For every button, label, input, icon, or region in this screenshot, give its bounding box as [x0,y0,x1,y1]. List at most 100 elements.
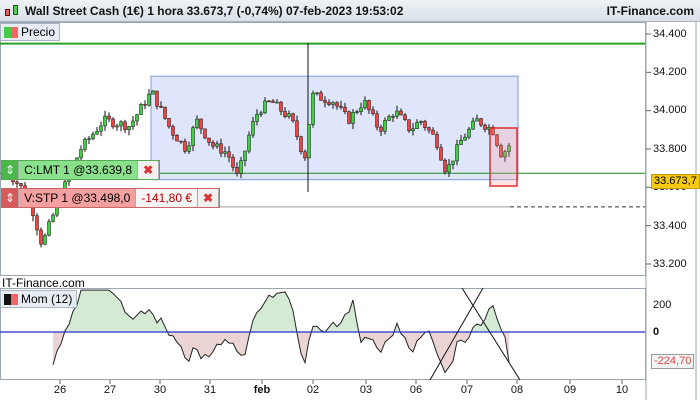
buy-limit-order[interactable]: ⇕ C:LMT 1 @33.639,8 ✖ [1,160,161,180]
momentum-swatch-icon [4,293,18,305]
y-tick: 34.000 [653,104,687,116]
candle [107,115,111,120]
candle [307,124,311,159]
momentum-area [113,293,117,332]
candle [147,93,151,106]
momentum-area [205,332,209,357]
candle [175,134,179,142]
order-pnl: -141,80 € [136,189,199,207]
candle [211,142,215,147]
x-tick: 03 [359,384,373,396]
momentum-area [273,293,277,332]
candle [475,118,479,122]
candle [391,116,395,118]
candle [219,143,223,154]
candle [103,115,107,127]
y-tick: 33.800 [653,143,687,155]
candle [119,121,123,127]
price-label-text: Precio [21,25,56,39]
candle [139,104,143,115]
candle [203,128,207,139]
candle [379,126,383,132]
candle [311,92,315,125]
candle [227,151,231,158]
candle [275,101,279,104]
candle [315,92,319,95]
momentum-area [185,332,189,362]
candle [367,100,371,111]
candle [323,100,327,103]
momentum-area [277,292,281,332]
mom-y-tick: 0 [653,326,660,338]
x-tick: 31 [203,384,217,396]
candle [191,127,195,147]
sell-stop-order[interactable]: ⇕ V:STP 1 @33.498,0 -141,80 € ✖ [1,188,221,208]
candle [43,234,47,245]
candle [479,118,483,126]
candle [239,160,243,174]
range-rectangle [150,75,519,181]
candle [295,120,299,137]
candle [215,143,219,147]
candle [83,138,87,150]
momentum-area [241,332,245,356]
momentum-value-tag: -224,70 [651,354,695,369]
highlight-rectangle [489,127,518,187]
drag-handle-icon[interactable]: ⇕ [2,161,20,179]
candle [403,114,407,120]
candle [247,134,251,152]
order-label: C:LMT 1 @33.639,8 [19,161,139,179]
x-tick: 26 [53,384,67,396]
candle [163,106,167,119]
candle [447,164,451,173]
candle [383,120,387,132]
price-panel-label[interactable]: Precio [0,23,61,41]
candle [243,150,247,161]
x-tick: 02 [306,384,320,396]
drag-handle-icon[interactable]: ⇕ [2,189,20,207]
momentum-area [101,290,105,332]
candle [343,107,347,113]
mom-y-tick: 200 [653,299,672,311]
momentum-area [109,290,113,332]
candle [431,129,435,135]
candle [339,105,343,108]
candle [347,111,351,124]
watermark: IT-Finance.com [2,276,85,290]
candle [87,138,91,140]
momentum-area [217,332,221,345]
candle [167,118,171,127]
candle [207,137,211,143]
candle [19,183,23,187]
candle [439,147,443,161]
x-tick: feb [253,384,271,396]
candle [123,121,127,130]
x-tick: 07 [460,384,474,396]
candle [79,149,83,159]
x-tick: 09 [563,384,577,396]
candle [179,140,183,143]
candle [303,151,307,159]
candle [351,112,355,124]
x-tick: 06 [409,384,423,396]
candle [395,110,399,117]
candle [359,107,363,112]
candle [127,126,131,130]
candle [159,105,163,108]
candle [267,100,271,103]
price-swatch-icon [4,26,18,38]
y-tick: 33.400 [653,220,687,232]
momentum-area [345,312,349,332]
momentum-panel-label[interactable]: Mom (12) [0,290,78,308]
candle [231,156,235,168]
candle [427,127,431,131]
momentum-area [489,305,493,332]
x-tick: 08 [510,384,524,396]
cancel-order-icon[interactable]: ✖ [138,161,160,179]
momentum-area [193,332,197,350]
cancel-order-icon[interactable]: ✖ [198,189,220,207]
candle [287,113,291,117]
candle [467,128,471,138]
candle [131,120,135,127]
candle [299,136,303,153]
